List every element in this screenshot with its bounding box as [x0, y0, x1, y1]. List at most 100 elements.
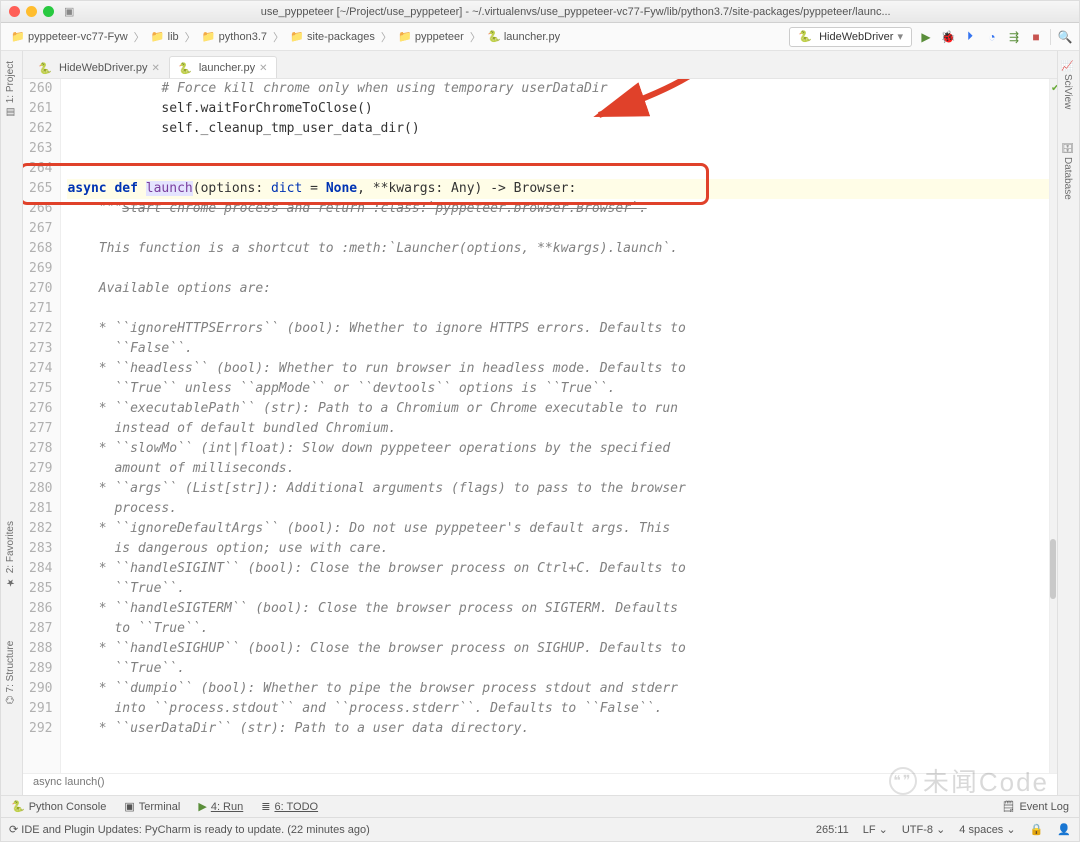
line-number[interactable]: 286: [29, 599, 52, 619]
code-line[interactable]: * ``handleSIGHUP`` (bool): Close the bro…: [67, 639, 1049, 659]
line-number[interactable]: 262: [29, 119, 52, 139]
inspector-icon[interactable]: 👤: [1057, 823, 1071, 836]
code-editor[interactable]: # Force kill chrome only when using temp…: [61, 79, 1049, 773]
caret-position[interactable]: 265:11: [816, 824, 849, 836]
code-line[interactable]: """Start chrome process and return :clas…: [67, 199, 1049, 219]
code-line[interactable]: Available options are:: [67, 279, 1049, 299]
code-line[interactable]: * ``ignoreHTTPSErrors`` (bool): Whether …: [67, 319, 1049, 339]
line-number[interactable]: 281: [29, 499, 52, 519]
code-line[interactable]: self._cleanup_tmp_user_data_dir(): [67, 119, 1049, 139]
lock-icon[interactable]: 🔒: [1030, 823, 1044, 836]
code-line[interactable]: ``True`` unless ``appMode`` or ``devtool…: [67, 379, 1049, 399]
line-number[interactable]: 289: [29, 659, 52, 679]
scrollbar-thumb[interactable]: [1050, 539, 1056, 599]
code-line[interactable]: * ``dumpio`` (bool): Whether to pipe the…: [67, 679, 1049, 699]
code-line[interactable]: ``True``.: [67, 659, 1049, 679]
close-icon[interactable]: ✕: [259, 63, 267, 74]
line-number[interactable]: 282: [29, 519, 52, 539]
code-line[interactable]: amount of milliseconds.: [67, 459, 1049, 479]
run-icon[interactable]: ▶: [918, 29, 934, 45]
structure-tool-button[interactable]: ⌬7: Structure: [5, 641, 16, 704]
code-line[interactable]: [67, 159, 1049, 179]
run-tool-button[interactable]: ▶4: Run: [198, 800, 243, 813]
code-line[interactable]: into ``process.stdout`` and ``process.st…: [67, 699, 1049, 719]
stop-icon[interactable]: ■: [1028, 29, 1044, 45]
encoding[interactable]: UTF-8 ⌄: [902, 823, 945, 836]
code-line[interactable]: * ``handleSIGINT`` (bool): Close the bro…: [67, 559, 1049, 579]
code-line[interactable]: * ``handleSIGTERM`` (bool): Close the br…: [67, 599, 1049, 619]
breadcrumb-item[interactable]: 📁site-packages: [286, 30, 379, 44]
project-tool-button[interactable]: ▤1: Project: [5, 61, 16, 117]
code-line[interactable]: * ``userDataDir`` (str): Path to a user …: [67, 719, 1049, 739]
todo-button[interactable]: ≣6: TODO: [261, 800, 318, 813]
line-number[interactable]: 285: [29, 579, 52, 599]
line-number[interactable]: 274: [29, 359, 52, 379]
line-number[interactable]: 270: [29, 279, 52, 299]
sciview-tool-button[interactable]: 📈SciView: [1062, 59, 1073, 110]
line-number[interactable]: 260: [29, 79, 52, 99]
indent-indicator[interactable]: 4 spaces ⌄: [959, 823, 1015, 836]
minimize-window-icon[interactable]: [26, 6, 37, 17]
code-line[interactable]: * ``headless`` (bool): Whether to run br…: [67, 359, 1049, 379]
line-number[interactable]: 279: [29, 459, 52, 479]
line-number[interactable]: 266: [29, 199, 52, 219]
event-log-button[interactable]: 🗒Event Log: [1001, 800, 1069, 813]
run-config-selector[interactable]: 🐍 HideWebDriver ▾: [789, 27, 912, 47]
concurrency-icon[interactable]: ⇶: [1006, 29, 1022, 45]
close-window-icon[interactable]: [9, 6, 20, 17]
breadcrumb-item[interactable]: 📁python3.7: [198, 30, 271, 44]
line-number[interactable]: 292: [29, 719, 52, 739]
line-number[interactable]: 271: [29, 299, 52, 319]
debug-icon[interactable]: 🐞: [940, 29, 956, 45]
line-number[interactable]: 272: [29, 319, 52, 339]
code-line[interactable]: * ``slowMo`` (int|float): Slow down pypp…: [67, 439, 1049, 459]
line-number[interactable]: 280: [29, 479, 52, 499]
editor-tab[interactable]: 🐍launcher.py✕: [169, 56, 277, 78]
database-tool-button[interactable]: 🗄Database: [1062, 141, 1073, 200]
python-console-button[interactable]: 🐍Python Console: [11, 800, 106, 813]
line-number[interactable]: 288: [29, 639, 52, 659]
code-line[interactable]: ``True``.: [67, 579, 1049, 599]
line-number[interactable]: 283: [29, 539, 52, 559]
line-number[interactable]: 273: [29, 339, 52, 359]
code-line[interactable]: ``False``.: [67, 339, 1049, 359]
code-line[interactable]: * ``ignoreDefaultArgs`` (bool): Do not u…: [67, 519, 1049, 539]
code-line[interactable]: # Force kill chrome only when using temp…: [67, 79, 1049, 99]
code-line[interactable]: self.waitForChromeToClose(): [67, 99, 1049, 119]
terminal-button[interactable]: ▣Terminal: [124, 800, 180, 813]
code-line[interactable]: is dangerous option; use with care.: [67, 539, 1049, 559]
line-number[interactable]: 290: [29, 679, 52, 699]
profile-icon[interactable]: ◔: [984, 29, 1000, 45]
code-line[interactable]: to ``True``.: [67, 619, 1049, 639]
line-number[interactable]: 284: [29, 559, 52, 579]
search-icon[interactable]: 🔍: [1057, 29, 1073, 45]
line-number[interactable]: 265: [29, 179, 52, 199]
line-number[interactable]: 278: [29, 439, 52, 459]
breadcrumb-item[interactable]: 📁lib: [147, 30, 183, 44]
line-number[interactable]: 267: [29, 219, 52, 239]
breadcrumb-item[interactable]: 🐍launcher.py: [483, 30, 564, 44]
line-number[interactable]: 264: [29, 159, 52, 179]
coverage-icon[interactable]: ⏵: [962, 29, 978, 45]
zoom-window-icon[interactable]: [43, 6, 54, 17]
favorites-tool-button[interactable]: ★2: Favorites: [5, 521, 16, 587]
code-line[interactable]: [67, 139, 1049, 159]
code-line[interactable]: instead of default bundled Chromium.: [67, 419, 1049, 439]
code-line[interactable]: process.: [67, 499, 1049, 519]
line-number[interactable]: 276: [29, 399, 52, 419]
code-line[interactable]: [67, 299, 1049, 319]
code-line[interactable]: This function is a shortcut to :meth:`La…: [67, 239, 1049, 259]
marker-bar[interactable]: ✔: [1049, 79, 1057, 773]
close-icon[interactable]: ✕: [151, 63, 159, 74]
code-line[interactable]: [67, 219, 1049, 239]
code-line[interactable]: * ``executablePath`` (str): Path to a Ch…: [67, 399, 1049, 419]
code-line[interactable]: * ``args`` (List[str]): Additional argum…: [67, 479, 1049, 499]
line-number[interactable]: 275: [29, 379, 52, 399]
line-number[interactable]: 263: [29, 139, 52, 159]
line-number[interactable]: 268: [29, 239, 52, 259]
line-number[interactable]: 277: [29, 419, 52, 439]
line-number[interactable]: 261: [29, 99, 52, 119]
breadcrumb-item[interactable]: 📁pyppeteer: [394, 30, 468, 44]
line-separator[interactable]: LF ⌄: [863, 823, 888, 836]
line-number[interactable]: 269: [29, 259, 52, 279]
